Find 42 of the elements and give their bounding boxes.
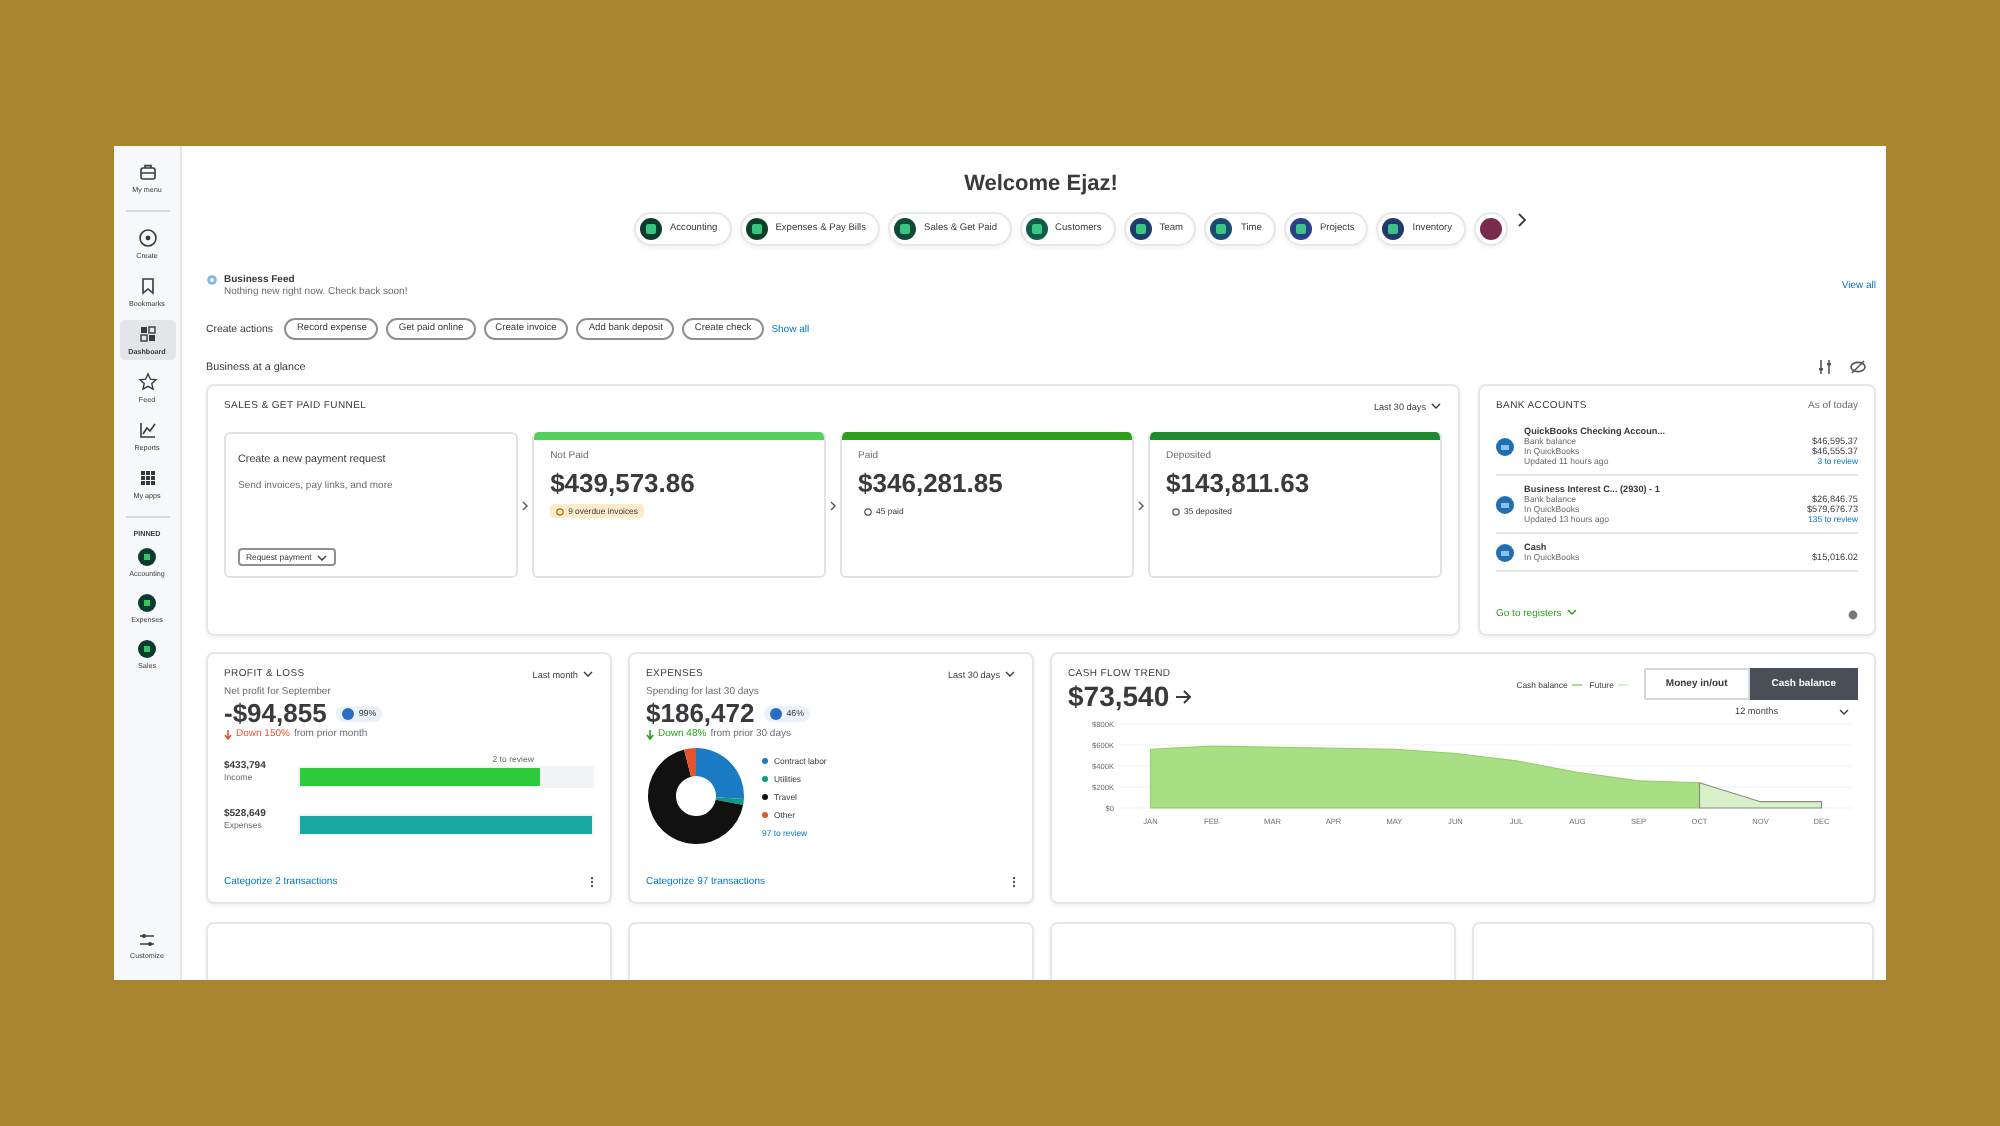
app-icon xyxy=(138,594,156,612)
briefcase-icon xyxy=(137,162,157,182)
app-icon xyxy=(138,640,156,658)
stage-amount: $143,811.63 xyxy=(1166,468,1312,498)
chevron-right-icon xyxy=(828,499,839,511)
bookmark-icon xyxy=(137,276,157,296)
sliders-icon xyxy=(138,932,156,948)
chevron-right-icon xyxy=(520,499,531,511)
amount: -$94,855 xyxy=(224,698,327,728)
star-icon xyxy=(137,372,157,392)
eye-slash-icon[interactable] xyxy=(1850,360,1866,374)
arrow-down-icon xyxy=(646,729,654,739)
chevron-down-icon xyxy=(315,553,328,561)
bank-icon xyxy=(1496,437,1514,455)
chevron-down-icon xyxy=(1004,670,1016,678)
amount: $73,540 xyxy=(1068,680,1170,712)
chevron-down-icon xyxy=(1430,402,1442,410)
plus-circle-icon xyxy=(137,228,157,248)
amount: $186,472 xyxy=(646,698,755,728)
grid-icon xyxy=(137,468,157,488)
sliders-icon[interactable] xyxy=(1818,360,1832,374)
chart-icon xyxy=(137,420,157,440)
arrow-down-icon xyxy=(224,729,232,739)
chevron-down-icon xyxy=(582,670,594,678)
chevron-right-icon[interactable] xyxy=(1516,212,1529,228)
chevron-down-icon xyxy=(1565,608,1578,616)
stage-amount: $439,573.86 xyxy=(550,468,697,498)
arrow-right-icon[interactable] xyxy=(1175,689,1192,703)
app-pill[interactable] xyxy=(1474,212,1509,246)
chevron-down-icon xyxy=(1838,707,1850,715)
stage-amount: $346,281.85 xyxy=(858,468,1005,498)
bank-icon xyxy=(1496,543,1514,561)
chevron-right-icon xyxy=(1136,499,1147,511)
clock-icon xyxy=(556,507,565,515)
app-icon xyxy=(1480,218,1503,240)
check-circle-icon xyxy=(1172,507,1181,515)
dashboard-icon xyxy=(137,324,157,344)
bank-icon xyxy=(1496,495,1514,513)
donut-drawing xyxy=(646,746,746,846)
check-circle-icon xyxy=(864,507,873,515)
page-title: Welcome Ejaz! xyxy=(962,172,1120,196)
app-icon xyxy=(138,548,156,566)
